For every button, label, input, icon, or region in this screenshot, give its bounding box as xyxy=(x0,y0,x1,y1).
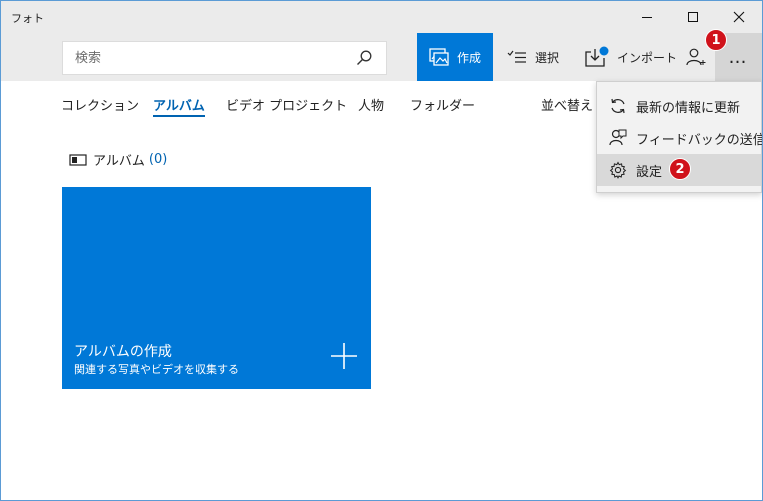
step-badge-1: 1 xyxy=(705,29,727,51)
plus-icon xyxy=(331,343,357,369)
gear-icon xyxy=(609,161,627,179)
create-album-title: アルバムの作成 xyxy=(74,344,172,360)
feedback-icon xyxy=(609,129,627,146)
create-button[interactable]: 作成 xyxy=(417,33,493,81)
tab-collection[interactable]: コレクション xyxy=(61,95,139,114)
select-list-icon xyxy=(507,50,526,63)
tab-album[interactable]: アルバム xyxy=(153,95,205,117)
close-icon xyxy=(733,11,745,23)
tab-folder[interactable]: フォルダー xyxy=(410,95,475,114)
maximize-button[interactable] xyxy=(670,1,716,33)
import-icon xyxy=(585,46,609,67)
close-button[interactable] xyxy=(716,1,762,33)
search-icon[interactable] xyxy=(356,50,372,66)
photos-window: フォト 作成 xyxy=(0,0,763,501)
menu-item-feedback[interactable]: フィードバックの送信 xyxy=(597,122,763,154)
menu-item-feedback-label: フィードバックの送信 xyxy=(636,132,763,148)
album-section-header: アルバム (0) xyxy=(69,150,167,169)
sort-button[interactable]: 並べ替え xyxy=(541,95,593,114)
album-section-title: アルバム xyxy=(93,154,145,169)
album-icon xyxy=(69,153,87,166)
album-count: (0) xyxy=(148,152,168,167)
more-label: … xyxy=(728,46,749,68)
menu-item-refresh[interactable]: 最新の情報に更新 xyxy=(597,90,761,122)
add-person-icon xyxy=(686,48,706,66)
toolbar: 作成 選択 インポート xyxy=(1,33,762,81)
refresh-icon xyxy=(611,98,625,114)
select-button[interactable]: 選択 xyxy=(499,33,569,81)
search-input[interactable] xyxy=(63,42,355,74)
tab-video-project[interactable]: ビデオ プロジェクト xyxy=(226,95,347,114)
create-label: 作成 xyxy=(456,50,481,65)
select-label: 選択 xyxy=(535,50,560,65)
title-bar[interactable]: フォト xyxy=(1,1,762,33)
create-album-subtitle: 関連する写真やビデオを収集する xyxy=(74,363,239,376)
maximize-icon xyxy=(688,12,698,22)
minimize-icon xyxy=(642,17,652,18)
menu-item-refresh-label: 最新の情報に更新 xyxy=(636,100,741,116)
menu-item-settings-label: 設定 xyxy=(636,164,663,180)
step-badge-2: 2 xyxy=(669,158,691,180)
minimize-button[interactable] xyxy=(624,1,670,33)
search-box[interactable] xyxy=(62,41,387,75)
create-album-tile[interactable]: アルバムの作成 関連する写真やビデオを収集する xyxy=(62,187,371,389)
app-title: フォト xyxy=(11,12,44,25)
create-photo-icon xyxy=(429,48,449,66)
import-label: インポート xyxy=(617,50,678,65)
tab-people[interactable]: 人物 xyxy=(358,95,384,114)
import-button[interactable]: インポート xyxy=(579,33,679,81)
